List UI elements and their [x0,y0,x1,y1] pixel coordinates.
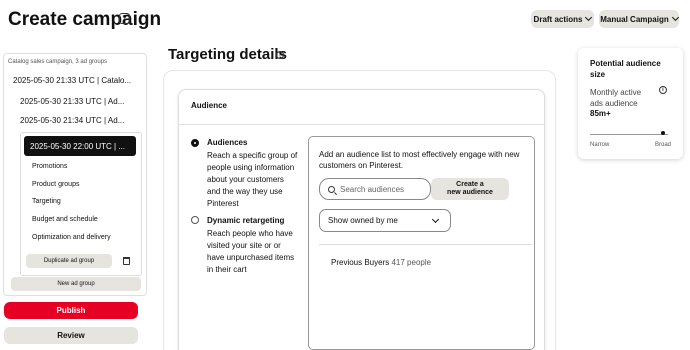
audience-card-title: Audience [191,101,228,110]
option-audiences-desc: Reach a specific group of people using i… [207,151,298,208]
chevron-down-icon [585,13,593,22]
help-icon[interactable]: ? [276,51,284,59]
campaign-sidebar: Catalog sales campaign, 3 ad groups 2025… [3,53,147,296]
page-title: Create campaign [8,9,162,30]
audience-size-slider [590,134,668,135]
draft-actions-label: Draft actions [533,14,583,24]
audience-prompt: Add an audience list to most effectively… [319,150,520,170]
sidebar-sub-targeting[interactable]: Targeting [32,198,61,205]
search-icon [328,185,335,193]
divider [319,244,532,245]
audience-list-item[interactable]: Previous Buyers 417 people [331,258,431,267]
review-button[interactable]: Review [4,327,138,344]
chevron-down-icon [431,215,440,223]
audience-name: Previous Buyers [331,258,390,267]
sidebar-item-ad-group[interactable]: 2025-05-30 21:33 UTC | Ad... [4,92,146,110]
targeting-title: Targeting details [168,46,287,63]
sidebar-item-campaign[interactable]: 2025-05-30 21:33 UTC | Catalo... [4,71,146,89]
sidebar-sub-product-groups[interactable]: Product groups [32,181,79,188]
create-new-audience-button[interactable]: Create a new audience [431,178,509,200]
search-audiences-input[interactable]: Search audiences [319,178,431,200]
sidebar-item-active-ad-group[interactable]: 2025-05-30 22:00 UTC | ... [24,136,136,156]
info-icon[interactable]: i [659,86,667,94]
sidebar-sub-optimization[interactable]: Optimization and delivery [32,234,111,241]
sidebar-sub-budget-schedule[interactable]: Budget and schedule [32,216,98,223]
potential-audience-subtitle: Monthly active ads audience [590,88,642,108]
sidebar-item-ad-group[interactable]: 2025-05-30 21:34 UTC | Ad... [4,111,146,129]
narrow-label: Narrow [590,142,610,148]
divider [178,124,545,125]
trash-icon[interactable] [123,257,130,265]
radio-audiences[interactable] [191,139,199,147]
radio-dynamic-retargeting[interactable] [191,216,199,224]
draft-actions-button[interactable]: Draft actions [531,10,594,28]
new-ad-group-button[interactable]: New ad group [11,277,141,291]
option-retargeting-desc: Reach people who have visited your site … [207,229,295,274]
search-placeholder: Search audiences [340,184,405,194]
owner-filter-value: Show owned by me [328,216,398,225]
potential-audience-value: 85m+ [590,109,611,118]
owner-filter-select[interactable]: Show owned by me [319,209,451,232]
manual-campaign-label: Manual Campaign [600,14,669,24]
potential-audience-title: Potential audience size [590,59,661,79]
create-label-line2: new audience [447,189,493,196]
audience-count: 417 people [391,258,432,267]
audience-size-marker [661,131,665,135]
broad-label: Broad [655,142,672,148]
manual-campaign-button[interactable]: Manual Campaign [599,10,679,28]
help-icon[interactable]: ? [119,13,130,24]
chevron-down-icon [671,13,679,22]
sidebar-sub-promotions[interactable]: Promotions [32,163,67,170]
sidebar-header: Catalog sales campaign, 3 ad groups [8,59,108,65]
duplicate-ad-group-button[interactable]: Duplicate ad group [26,254,112,268]
publish-button[interactable]: Publish [4,302,138,319]
create-label-line1: Create a [456,181,484,188]
option-retargeting-title: Dynamic retargeting [207,216,285,225]
option-audiences-title: Audiences [207,138,248,147]
